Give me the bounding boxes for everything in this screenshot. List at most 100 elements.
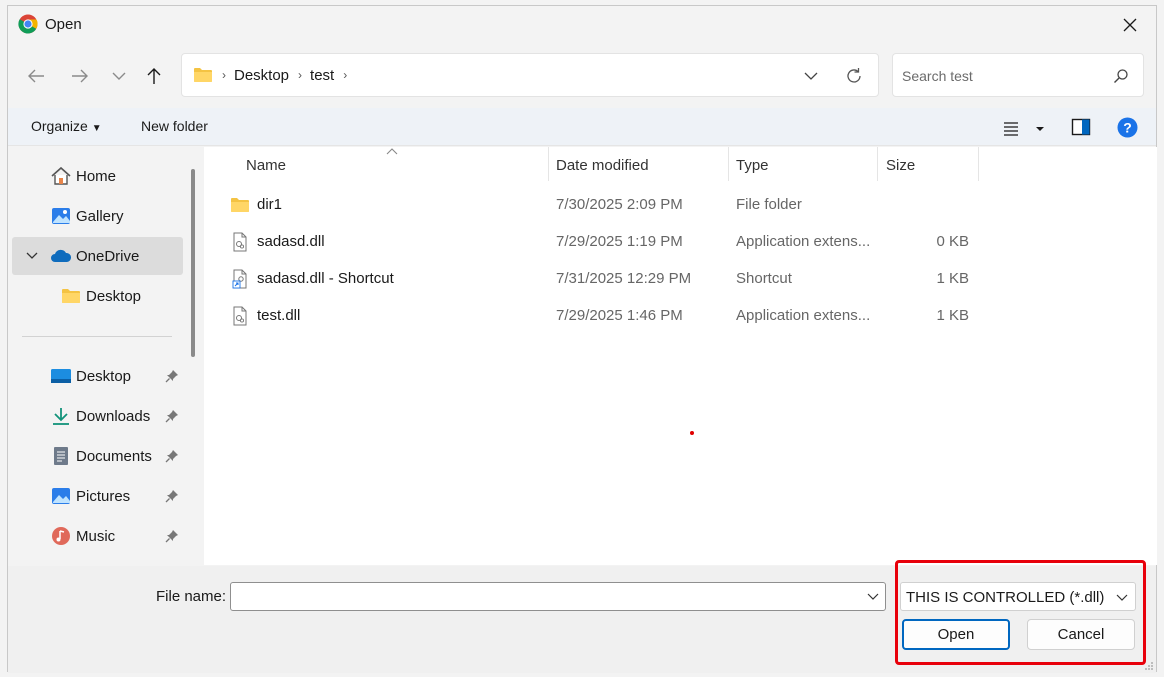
document-icon	[50, 445, 72, 467]
table-row[interactable]: sadasd.dll - Shortcut 7/31/2025 12:29 PM…	[224, 260, 984, 296]
download-icon	[50, 405, 72, 427]
file-name-label: File name:	[156, 588, 227, 605]
file-name: dir1	[257, 196, 283, 213]
chevron-down-icon	[112, 72, 126, 80]
chrome-icon	[18, 14, 38, 34]
sidebar-item-label: Documents	[76, 447, 152, 465]
sidebar-item-pictures[interactable]: Pictures	[12, 477, 183, 515]
pictures-icon	[50, 485, 72, 507]
list-view-icon	[1004, 122, 1044, 136]
back-button[interactable]	[21, 62, 51, 90]
file-size: 1 KB	[936, 270, 969, 287]
file-date: 7/30/2025 2:09 PM	[556, 196, 683, 213]
cursor-dot	[690, 431, 694, 435]
change-view-button[interactable]	[1002, 118, 1046, 138]
file-type: File folder	[736, 196, 802, 213]
chevron-down-icon[interactable]	[867, 591, 879, 603]
preview-pane-button[interactable]	[1071, 117, 1091, 137]
folder-icon	[194, 68, 212, 82]
table-row[interactable]: dir1 7/30/2025 2:09 PM File folder	[224, 186, 984, 222]
sidebar-item-downloads[interactable]: Downloads	[12, 397, 183, 435]
new-folder-button[interactable]: New folder	[141, 118, 208, 134]
home-icon	[50, 165, 72, 187]
close-icon	[1123, 18, 1137, 32]
breadcrumb-separator: ›	[222, 68, 226, 82]
arrow-right-icon	[72, 69, 88, 83]
breadcrumb-separator[interactable]: ›	[343, 68, 347, 82]
resize-grip-icon[interactable]	[1144, 661, 1154, 671]
bottom-bar: File name: THIS IS CONTROLLED (*.dll) Op…	[8, 560, 1156, 673]
chevron-down-icon	[1116, 594, 1128, 601]
pin-icon[interactable]	[165, 409, 179, 423]
sidebar-scrollbar[interactable]	[191, 169, 195, 357]
file-type: Application extens...	[736, 307, 871, 324]
file-type-filter[interactable]: THIS IS CONTROLLED (*.dll)	[900, 582, 1136, 611]
cancel-button[interactable]: Cancel	[1027, 619, 1135, 650]
breadcrumb-test[interactable]: test	[310, 67, 334, 84]
column-header-type[interactable]: Type	[736, 147, 769, 183]
navigation-bar: › Desktop › test ›	[8, 44, 1156, 106]
search-icon[interactable]	[1113, 68, 1129, 84]
title-bar: Open	[8, 6, 1156, 44]
sidebar-item-documents[interactable]: Documents	[12, 437, 183, 475]
column-separator[interactable]	[877, 147, 878, 181]
table-row[interactable]: sadasd.dll 7/29/2025 1:19 PM Application…	[224, 223, 984, 259]
pin-icon[interactable]	[165, 489, 179, 503]
column-separator[interactable]	[548, 147, 549, 181]
help-button[interactable]: ?	[1117, 117, 1138, 138]
sidebar-item-label: OneDrive	[76, 247, 140, 265]
file-name-input[interactable]	[237, 587, 857, 607]
desktop-icon	[50, 365, 72, 387]
command-bar: Organize ▼ New folder ?	[8, 108, 1156, 146]
chevron-down-icon	[804, 72, 818, 80]
search-input[interactable]	[902, 65, 1102, 87]
refresh-icon	[847, 68, 861, 83]
refresh-button[interactable]	[842, 64, 866, 88]
open-dialog: Open › Desktop › test › Search test Orga…	[7, 5, 1157, 673]
sidebar-item-home[interactable]: Home	[12, 157, 183, 195]
sidebar-item-gallery[interactable]: Gallery	[12, 197, 183, 235]
open-button[interactable]: Open	[902, 619, 1010, 650]
close-button[interactable]	[1112, 10, 1148, 40]
help-icon: ?	[1117, 117, 1138, 138]
arrow-up-icon	[147, 68, 161, 84]
onedrive-icon	[50, 245, 72, 267]
column-header-size[interactable]: Size	[886, 147, 915, 183]
gallery-icon	[50, 205, 72, 227]
column-separator[interactable]	[728, 147, 729, 181]
window-title: Open	[45, 16, 82, 33]
dll-file-icon	[233, 232, 247, 252]
column-separator[interactable]	[978, 147, 979, 181]
file-size: 1 KB	[936, 307, 969, 324]
column-header-name[interactable]: Name	[246, 147, 286, 183]
table-row[interactable]: test.dll 7/29/2025 1:46 PM Application e…	[224, 297, 984, 333]
sidebar-item-onedrive-desktop[interactable]: Desktop	[12, 277, 183, 315]
file-date: 7/29/2025 1:19 PM	[556, 233, 683, 250]
pin-icon[interactable]	[165, 449, 179, 463]
pin-icon[interactable]	[165, 529, 179, 543]
search-box[interactable]	[892, 53, 1144, 97]
folder-icon	[60, 285, 82, 307]
up-button[interactable]	[139, 62, 169, 90]
music-icon	[50, 525, 72, 547]
chevron-down-icon[interactable]	[26, 250, 38, 262]
pin-icon[interactable]	[165, 369, 179, 383]
address-bar[interactable]: › Desktop › test ›	[181, 53, 879, 97]
sidebar-item-onedrive[interactable]: OneDrive	[12, 237, 183, 275]
forward-button[interactable]	[65, 62, 95, 90]
file-name-combobox[interactable]	[230, 582, 886, 611]
organize-label: Organize	[31, 118, 88, 134]
sidebar-item-desktop[interactable]: Desktop	[12, 357, 183, 395]
column-header-date[interactable]: Date modified	[556, 147, 649, 183]
recent-locations-button[interactable]	[104, 62, 134, 90]
sidebar-item-music[interactable]: Music	[12, 517, 183, 555]
file-name: sadasd.dll	[257, 233, 325, 250]
dll-file-icon	[233, 306, 247, 326]
breadcrumb-desktop[interactable]: Desktop	[234, 67, 289, 84]
sidebar-item-label: Downloads	[76, 407, 151, 425]
organize-menu[interactable]: Organize ▼	[31, 118, 102, 134]
file-date: 7/31/2025 12:29 PM	[556, 270, 692, 287]
caret-down-icon: ▼	[91, 123, 102, 134]
file-type-filter-value: THIS IS CONTROLLED (*.dll)	[906, 589, 1105, 606]
address-history-dropdown[interactable]	[799, 66, 823, 86]
